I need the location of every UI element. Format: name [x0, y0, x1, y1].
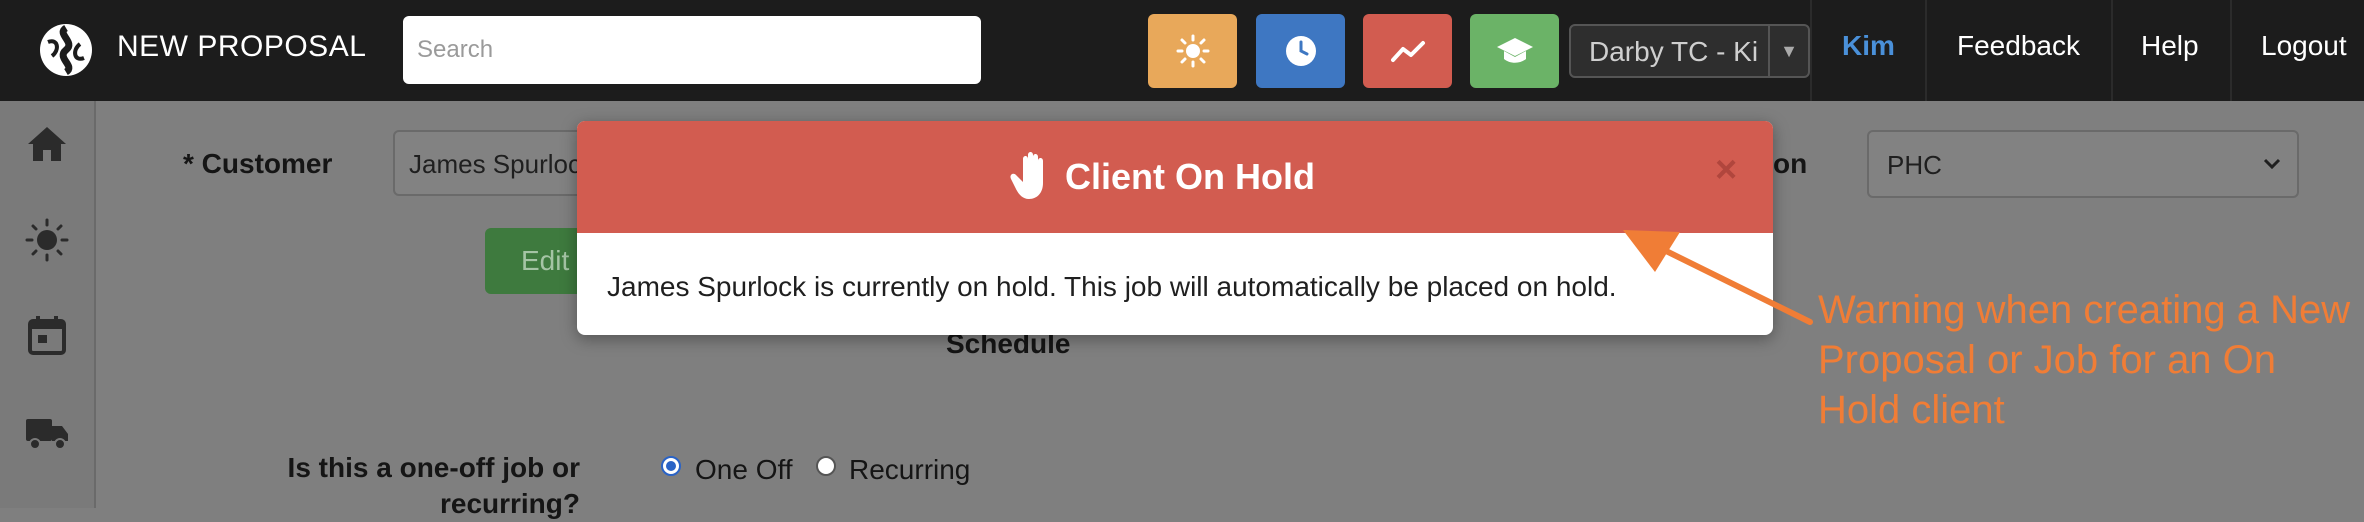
annotation-callout: Warning when creating a New Proposal or …: [1818, 288, 2351, 432]
